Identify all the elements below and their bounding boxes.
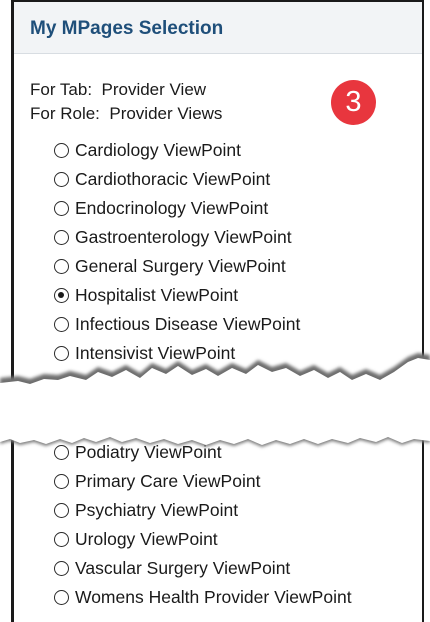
radio-button-selected-icon[interactable]	[54, 287, 69, 303]
option-label: Cardiology ViewPoint	[75, 139, 242, 160]
step-number-badge: 3	[331, 80, 376, 125]
tab-info: For Tab: Provider View	[30, 80, 207, 99]
option-infectious-disease[interactable]: Infectious Disease ViewPoint	[54, 311, 300, 337]
option-urology[interactable]: Urology ViewPoint	[54, 526, 218, 552]
radio-button-icon[interactable]	[54, 171, 69, 187]
option-label: Womens Health Provider ViewPoint	[75, 586, 352, 607]
option-cardiothoracic[interactable]: Cardiothoracic ViewPoint	[54, 166, 270, 192]
option-gastroenterology[interactable]: Gastroenterology ViewPoint	[54, 224, 292, 250]
option-label: Primary Care ViewPoint	[75, 470, 261, 491]
option-label: General Surgery ViewPoint	[75, 255, 286, 276]
panel-title: My MPages Selection	[30, 18, 224, 39]
torn-paper-edge	[0, 353, 430, 447]
radio-button-icon[interactable]	[54, 560, 69, 576]
radio-button-icon[interactable]	[54, 142, 69, 158]
option-general-surgery[interactable]: General Surgery ViewPoint	[54, 253, 286, 279]
radio-button-icon[interactable]	[54, 258, 69, 274]
option-hospitalist[interactable]: Hospitalist ViewPoint	[54, 282, 238, 308]
option-label: Cardiothoracic ViewPoint	[75, 168, 271, 189]
mpages-selection-panel: My MPages Selection For Tab: Provider Vi…	[11, 0, 424, 622]
option-label: Vascular Surgery ViewPoint	[75, 557, 291, 578]
option-vascular-surgery[interactable]: Vascular Surgery ViewPoint	[54, 555, 290, 581]
option-label: Endocrinology ViewPoint	[75, 197, 269, 218]
option-label: Psychiatry ViewPoint	[75, 499, 239, 520]
option-cardiology[interactable]: Cardiology ViewPoint	[54, 137, 241, 163]
radio-button-icon[interactable]	[54, 502, 69, 518]
radio-button-icon[interactable]	[54, 473, 69, 489]
role-info: For Role: Provider Views	[30, 104, 223, 123]
option-psychiatry[interactable]: Psychiatry ViewPoint	[54, 497, 238, 523]
option-endocrinology[interactable]: Endocrinology ViewPoint	[54, 195, 268, 221]
radio-button-icon[interactable]	[54, 531, 69, 547]
option-label: Urology ViewPoint	[75, 528, 218, 549]
radio-button-icon[interactable]	[54, 229, 69, 245]
radio-button-icon[interactable]	[54, 316, 69, 332]
option-womens-health-provider[interactable]: Womens Health Provider ViewPoint	[54, 584, 352, 610]
option-primary-care[interactable]: Primary Care ViewPoint	[54, 468, 260, 494]
option-label: Hospitalist ViewPoint	[75, 284, 239, 305]
radio-button-icon[interactable]	[54, 589, 69, 605]
option-label: Infectious Disease ViewPoint	[75, 313, 301, 334]
panel-header: My MPages Selection	[14, 2, 422, 54]
radio-button-icon[interactable]	[54, 200, 69, 216]
option-label: Gastroenterology ViewPoint	[75, 226, 292, 247]
